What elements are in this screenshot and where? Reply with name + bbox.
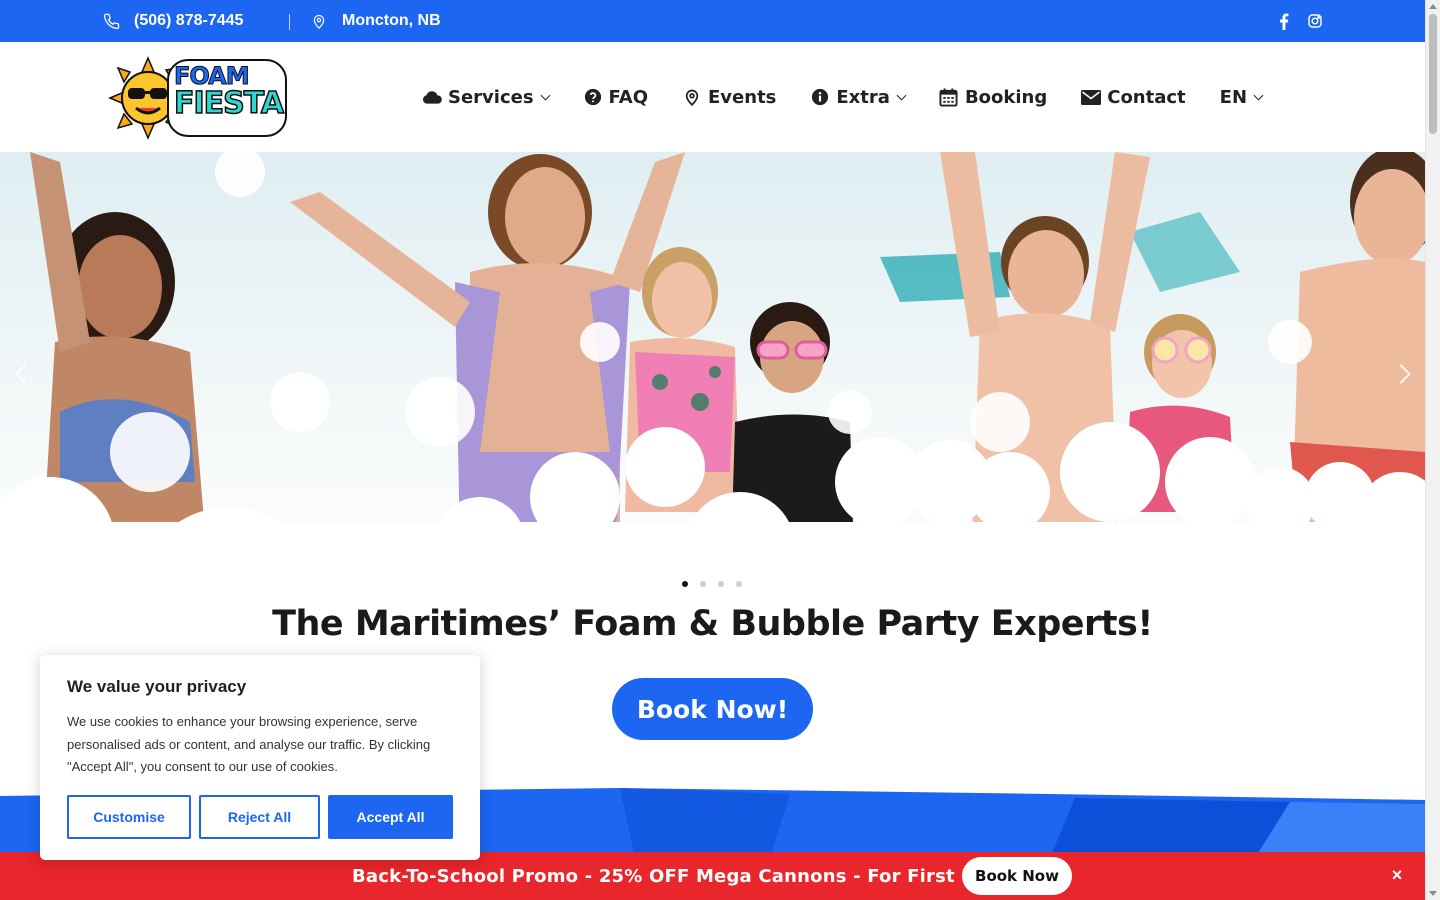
nav-item-services[interactable]: Services	[422, 86, 550, 108]
top-contact-bar: (506) 878-7445 Moncton, NB	[0, 0, 1425, 42]
chevron-down-icon	[1253, 90, 1264, 100]
nav-label-faq: FAQ	[608, 86, 649, 108]
language-switcher[interactable]: EN	[1219, 86, 1264, 108]
mail-icon	[1081, 87, 1102, 107]
cookie-consent-dialog: We value your privacy We use cookies to …	[40, 655, 480, 860]
map-pin-icon	[310, 12, 328, 30]
cloud-icon	[422, 87, 442, 107]
scroll-up-arrow-icon[interactable]	[1429, 4, 1437, 9]
promo-book-now-button[interactable]: Book Now	[962, 857, 1072, 895]
phone-number: (506) 878-7445	[134, 12, 244, 29]
book-now-button[interactable]: Book Now!	[612, 678, 813, 740]
hero-slider	[0, 152, 1425, 592]
reject-all-button[interactable]: Reject All	[199, 795, 320, 839]
hero-headline: The Maritimes’ Foam & Bubble Party Exper…	[272, 604, 1153, 644]
nav-label-booking: Booking	[964, 86, 1048, 108]
slider-dot-3[interactable]	[718, 581, 724, 587]
info-icon	[810, 87, 830, 107]
phone-icon	[102, 12, 120, 30]
page-scrollbar[interactable]	[1425, 0, 1440, 900]
question-icon	[583, 87, 603, 107]
nav-item-booking[interactable]: Booking	[939, 87, 1047, 108]
cookie-title: We value your privacy	[67, 677, 247, 696]
nav-label-contact: Contact	[1107, 86, 1186, 108]
nav-item-events[interactable]: Events	[682, 87, 776, 108]
nav-label-events: Events	[708, 86, 777, 108]
location-text: Moncton, NB	[342, 12, 441, 29]
logo-fiesta-text: FIESTA	[173, 85, 285, 122]
chevron-down-icon	[896, 90, 907, 100]
slider-dot-2[interactable]	[700, 581, 706, 587]
topbar-divider	[289, 14, 290, 30]
nav-item-faq[interactable]: FAQ	[583, 87, 648, 108]
map-pin-icon	[682, 87, 702, 107]
customise-button[interactable]: Customise	[67, 795, 191, 839]
nav-label-language: EN	[1219, 86, 1248, 108]
slider-dot-1[interactable]	[682, 581, 688, 587]
site-header: FOAM FIESTA Services FAQ Events Extra Bo…	[0, 42, 1425, 152]
chevron-down-icon	[540, 90, 550, 100]
nav-item-extra[interactable]: Extra	[810, 86, 907, 108]
scroll-thumb[interactable]	[1429, 14, 1437, 134]
phone-link[interactable]: (506) 878-7445	[102, 0, 243, 42]
location-link[interactable]: Moncton, NB	[310, 0, 441, 42]
facebook-icon[interactable]	[1274, 11, 1294, 31]
close-icon[interactable]: ×	[1388, 865, 1406, 885]
nav-item-contact[interactable]: Contact	[1081, 86, 1186, 108]
cookie-description: We use cookies to enhance your browsing …	[67, 714, 431, 774]
hero-image-kids-foam-party	[0, 152, 1425, 592]
slider-pagination	[682, 581, 742, 587]
calendar-icon	[939, 87, 959, 107]
site-logo[interactable]: FOAM FIESTA	[108, 56, 288, 140]
instagram-icon[interactable]	[1305, 11, 1325, 31]
nav-label-services: Services	[448, 86, 534, 108]
scroll-down-arrow-icon[interactable]	[1429, 891, 1437, 896]
slider-dot-4[interactable]	[736, 581, 742, 587]
main-nav: Services FAQ Events Extra Booking Contac…	[422, 42, 1296, 152]
accept-all-button[interactable]: Accept All	[328, 795, 453, 839]
nav-label-extra: Extra	[836, 86, 890, 108]
